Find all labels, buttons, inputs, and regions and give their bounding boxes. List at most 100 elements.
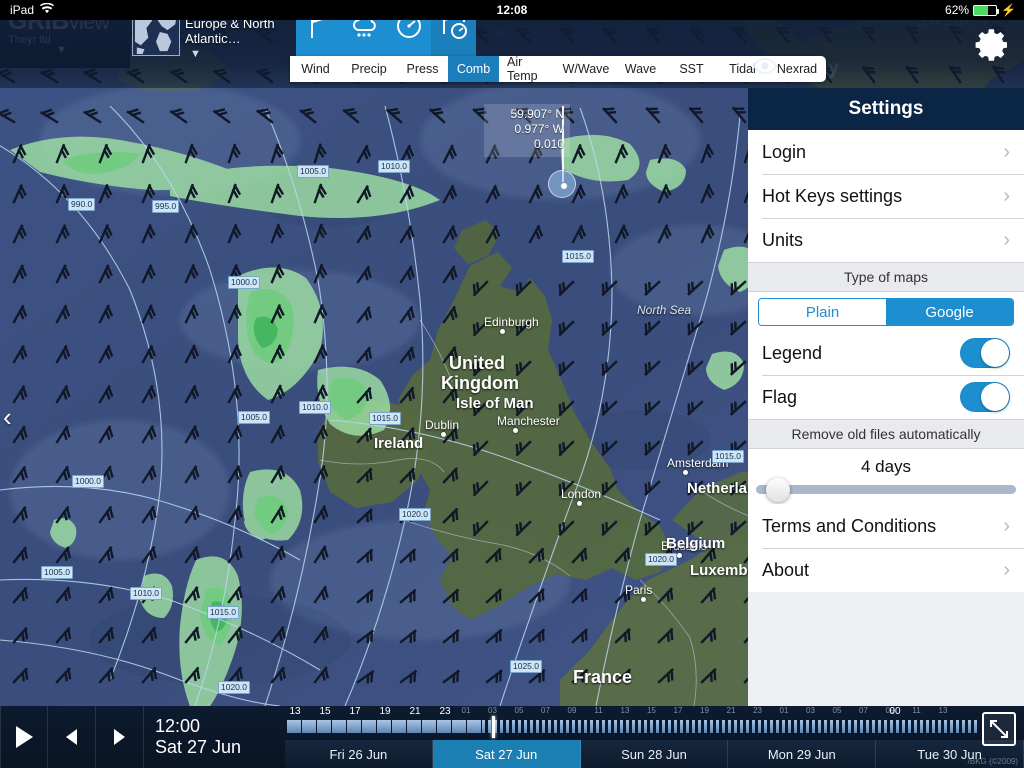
chevron-right-icon: › [1003,514,1010,537]
timeline-hour-label-minor: 13 [620,706,630,715]
settings-toggle-rows: Legend Flag [748,331,1024,419]
timeline-hour-label: 21 [409,706,421,717]
map-type-segmented-control[interactable]: Plain Google [758,298,1014,326]
brand-caret-icon[interactable]: ▼ [56,44,130,56]
city-dot [441,432,446,437]
expand-fullscreen-button[interactable] [982,712,1016,746]
settings-toggle-row-legend[interactable]: Legend [748,331,1024,375]
map-label-united: United [449,353,505,373]
day-tab-sat-27-jun[interactable]: Sat 27 Jun [432,740,581,768]
slider-knob[interactable] [766,478,791,502]
layer-label-precip[interactable]: Precip [341,56,397,82]
layer-label-comb[interactable]: Comb [448,56,499,82]
status-clock: 12:08 [496,3,528,17]
isobar-label: 995.0 [152,200,180,213]
isobar-label: 1005.0 [297,165,329,178]
region-caret-icon[interactable]: ▼ [190,48,201,60]
timeline-hour-label-minor: 21 [726,706,736,715]
map-pin[interactable] [548,170,576,198]
timeline-hour-label-minor: 09 [567,706,577,715]
chevron-right-icon: › [1003,228,1010,251]
day-tab-fri-26-jun[interactable]: Fri 26 Jun [285,740,433,768]
map-type-option-plain[interactable]: Plain [759,299,886,325]
timeline-hour-label-far: 00 [889,706,901,717]
timeline-hour-label-minor: 03 [806,706,815,715]
isobar-label: 1015.0 [712,450,744,463]
coord-latitude: 59.907° N [510,107,564,121]
toggle-switch-legend[interactable] [960,338,1010,368]
charging-bolt-icon: ⚡ [1001,3,1016,17]
settings-row-login[interactable]: Login › [748,130,1024,174]
frame-time: 12:00 [155,716,201,736]
settings-row-about[interactable]: About › [748,548,1024,592]
visibility-eye-icon[interactable] [752,58,778,79]
timeline-ruler[interactable]: 13 15 17 19 21 23 01 03 05 07 09 11 13 15 17 19 21 23 01 03… [285,706,1024,740]
map-collapse-chevron[interactable]: ‹ [3,402,12,433]
toggle-label: Flag [762,386,798,407]
coord-longitude: 0.977° W [514,122,565,136]
step-forward-icon [114,729,125,745]
settings-filler [748,592,1024,706]
layer-label-sst[interactable]: SST [666,56,717,82]
layer-label-press[interactable]: Press [397,56,448,82]
day-tabs: Fri 26 Jun Sat 27 Jun Sun 28 Jun Mon 29 Jun… [285,740,1024,768]
region-label: Europe & North Atlantic… [185,16,275,46]
remove-files-header: Remove old files automatically [748,419,1024,449]
settings-rows-top: Login › Hot Keys settings › Units › [748,130,1024,262]
isobar-label: 1020.0 [645,553,677,566]
map-type-option-google[interactable]: Google [886,299,1013,325]
status-right: 62% ⚡ [945,3,1016,17]
layer-label-wwave[interactable]: W/Wave [557,56,615,82]
chevron-right-icon: › [1003,184,1010,207]
day-tab-mon-29-jun[interactable]: Mon 29 Jun [728,740,877,768]
settings-row-units[interactable]: Units › [748,218,1024,262]
timeline-hour-label-minor: 05 [514,706,524,715]
timeline-hour-label: 17 [349,706,361,717]
isobar-label: 990.0 [68,198,96,211]
settings-rows-bottom: Terms and Conditions › About › [748,504,1024,592]
settings-gear-icon[interactable] [974,26,1012,69]
timeline-playhead[interactable] [492,716,495,738]
timeline-hour-label-minor: 07 [541,706,550,715]
grib-view-app: iPad 12:08 62% ⚡ ‹ 59.907° N 0.977° W 0.… [0,0,1024,768]
settings-row-terms-and-conditions[interactable]: Terms and Conditions › [748,504,1024,548]
map-copyright: /BKG (©2009) [967,757,1018,766]
isobar-label: 1000.0 [72,475,104,488]
toggle-switch-flag[interactable] [960,382,1010,412]
city-dot [500,329,505,334]
city-dot [641,597,646,602]
timeline-hour-label-minor: 11 [594,706,603,715]
battery-percent: 62% [945,3,970,17]
map-type-segment-wrap: Plain Google [748,292,1024,331]
city-dot [683,470,688,475]
play-button[interactable] [0,706,48,768]
isobar-label: 1010.0 [299,401,331,414]
layer-label-wave[interactable]: Wave [615,56,666,82]
step-back-icon [66,729,77,745]
layer-label-airtemp[interactable]: Air Temp [499,55,557,83]
settings-panel: Settings Login › Hot Keys settings › Units › … [748,88,1024,706]
layer-label-wind[interactable]: Wind [290,56,341,82]
isobar-label: 1000.0 [228,276,260,289]
step-back-button[interactable] [48,706,96,768]
settings-toggle-row-flag[interactable]: Flag [748,375,1024,419]
remove-files-slider[interactable] [756,478,1016,502]
isobar-label: 1010.0 [130,587,162,600]
map-label-dublin: Dublin [425,418,460,432]
map-label-france: France [573,667,633,687]
map-label-paris: Paris [625,583,653,597]
map-label-north-sea: North Sea [637,303,692,317]
timeline-scrubber[interactable]: 13 15 17 19 21 23 01 03 05 07 09 11 13 15 17 19 21 23 01 03… [285,706,1024,768]
isobar-label: 1015.0 [369,412,401,425]
timeline-hour-label-minor: 01 [461,706,471,715]
step-forward-button[interactable] [96,706,144,768]
isobar-label: 1015.0 [562,250,594,263]
timeline-hour-label-minor: 15 [647,706,656,715]
frame-date: Sat 27 Jun [155,737,242,757]
map-type-header: Type of maps [748,262,1024,292]
settings-row-hot-keys-settings[interactable]: Hot Keys settings › [748,174,1024,218]
day-tab-sun-28-jun[interactable]: Sun 28 Jun [580,740,729,768]
city-dot [513,428,518,433]
settings-row-label: About [762,559,810,580]
city-dot [577,501,582,506]
